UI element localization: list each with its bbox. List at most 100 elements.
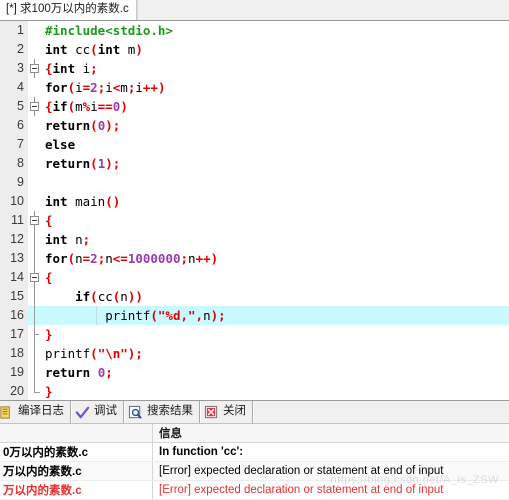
message-grid[interactable]: 信息 0万以内的素数.c In function 'cc': 万以内的素数.c [Er… [0,423,509,500]
message-text: [Error] expected declaration or statemen… [159,484,444,496]
fold-column[interactable] [28,40,41,59]
message-file: 0万以内的素数.c [3,447,88,459]
fold-column[interactable] [28,268,41,287]
code-token: 2 [90,80,98,95]
code-token: return [45,365,91,380]
message-rows[interactable]: 0万以内的素数.c In function 'cc': 万以内的素数.c [Error… [0,443,509,500]
message-row[interactable]: 万以内的素数.c [Error] expected declaration or … [0,462,509,481]
panel-tab-2[interactable]: 调试 [71,401,124,423]
code-line-text [41,173,509,192]
code-line[interactable]: 15 if(cc(n)) [0,287,509,306]
code-line[interactable]: 17} [0,325,509,344]
code-token: () [105,194,121,209]
line-number: 17 [0,325,28,344]
code-token: return [45,156,91,171]
fold-column[interactable] [28,135,41,154]
code-line[interactable]: 4 for(i=2;i<m;i++) [0,78,509,97]
fold-column[interactable] [28,344,41,363]
code-line[interactable]: 6 return(0); [0,116,509,135]
fold-column[interactable] [28,116,41,135]
code-token: int [45,194,68,209]
line-number: 15 [0,287,28,306]
line-number: 9 [0,173,28,192]
fold-column[interactable] [28,249,41,268]
panel-tab-1[interactable]: 编译日志 [0,401,71,423]
code-line[interactable]: 12 int n; [0,230,509,249]
code-line[interactable]: 13 for(n=2;n<=1000000;n++) [0,249,509,268]
code-token: ; [90,61,98,76]
fold-column[interactable] [28,192,41,211]
code-token: i [135,80,143,95]
compile-log-icon [0,405,10,419]
fold-column[interactable] [28,325,41,344]
code-token: 1000000 [127,251,181,266]
fold-column[interactable] [28,59,41,78]
code-token: ; [112,118,121,133]
code-line[interactable]: 19 return 0; [0,363,509,382]
line-number: 20 [0,382,28,400]
message-row[interactable]: 万以内的素数.c [Error] expected declaration or … [0,481,509,500]
code-token: ( [90,42,98,57]
code-line[interactable]: 8 return(1); [0,154,509,173]
code-line[interactable]: 18 printf("\n"); [0,344,509,363]
code-token: i [75,80,83,95]
line-number: 7 [0,135,28,154]
code-token: else [45,137,76,152]
fold-column[interactable] [28,173,41,192]
fold-column[interactable] [28,382,41,400]
line-number: 18 [0,344,28,363]
fold-column[interactable] [28,230,41,249]
fold-column[interactable] [28,306,41,325]
code-line[interactable]: 16 printf("%d,",n); [0,306,509,325]
fold-column[interactable] [28,363,41,382]
line-number: 5 [0,97,28,116]
fold-column[interactable] [28,154,41,173]
line-number: 8 [0,154,28,173]
code-token: ( [90,156,98,171]
code-line[interactable]: 7 else [0,135,509,154]
fold-column[interactable] [28,287,41,306]
code-token: main [67,194,106,209]
code-line[interactable]: 10 int main() [0,192,509,211]
code-token: i [75,61,91,76]
code-line[interactable]: 11 { [0,211,509,230]
code-token: ; [82,232,91,247]
code-token: m [75,99,83,114]
fold-column[interactable] [28,78,41,97]
code-token: ( [90,346,98,361]
code-token: } [45,384,53,399]
editor-tab-active[interactable]: [*] 求100万以内的素数.c [0,0,137,20]
code-token: printf [45,346,91,361]
code-line[interactable]: 14 { [0,268,509,287]
code-line-text: } [41,325,509,344]
fold-column[interactable] [28,21,41,40]
code-line[interactable]: 5 {if(m%i==0) [0,97,509,116]
line-number: 14 [0,268,28,287]
code-token: n [75,251,83,266]
fold-toggle-icon[interactable] [30,64,39,73]
fold-guide-line [34,363,35,382]
code-lines[interactable]: 1 #include<stdio.h> 2 int cc(int m) 3 {int i;… [0,21,509,400]
fold-column[interactable] [28,211,41,230]
panel-tab-bar-empty [253,401,509,423]
code-line[interactable]: 1 #include<stdio.h> [0,21,509,40]
code-token: } [45,327,53,342]
code-token: i [90,99,98,114]
fold-toggle-icon[interactable] [30,216,39,225]
code-token: { [45,213,53,228]
code-line-text: printf("%d,",n); [41,306,509,325]
code-line[interactable]: 2 int cc(int m) [0,40,509,59]
fold-column[interactable] [28,97,41,116]
fold-toggle-icon[interactable] [30,102,39,111]
code-line[interactable]: 20} [0,382,509,400]
fold-toggle-icon[interactable] [30,273,39,282]
code-line[interactable]: 3 {int i; [0,59,509,78]
code-line-text: printf("\n"); [41,344,509,363]
message-row[interactable]: 0万以内的素数.c In function 'cc': [0,443,509,462]
panel-tab-3[interactable]: 搜索结果 [124,401,200,423]
code-line[interactable]: 9 [0,173,509,192]
panel-tab-4[interactable]: 关闭 [200,401,253,423]
col-header-info: 信息 [159,428,182,440]
ide-window: [*] 求100万以内的素数.c 1 #include<stdio.h> 2 int … [0,0,509,500]
code-editor[interactable]: 1 #include<stdio.h> 2 int cc(int m) 3 {int i;… [0,21,509,400]
